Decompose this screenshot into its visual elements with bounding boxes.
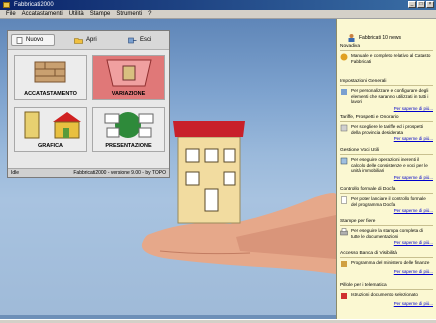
section-5: Stampe per fiere Per eseguire la stampa … xyxy=(340,219,433,245)
printer-icon xyxy=(340,228,348,236)
tile-presentazione[interactable]: PRESENTAZIONE xyxy=(92,107,165,152)
section-title: Controllo formale di Docfa xyxy=(340,187,433,194)
app-icon xyxy=(3,2,10,8)
launcher-status-bar: Idle Fabbricati2000 - versione 9.00 - by… xyxy=(8,168,169,177)
section-7: Pillole per i telematica Istruzioni docu… xyxy=(340,283,433,306)
open-folder-icon xyxy=(74,37,83,44)
grafica-icon xyxy=(24,111,81,139)
tile-accatastamento-label: ACCATASTAMENTO xyxy=(24,91,77,97)
window-status-bar xyxy=(0,319,436,323)
section-text: Per personalizzare e configurare degli e… xyxy=(351,88,429,105)
more-link[interactable]: Per saperne di più... xyxy=(340,301,433,306)
section-title: Impostazioni Generali xyxy=(340,79,433,86)
title-bar: Fabbricati2000 _ □ × xyxy=(0,0,436,10)
exit-button[interactable]: Esci xyxy=(128,34,151,46)
side-panel-title: Fabbricati 10 news xyxy=(359,34,401,41)
section-title: Accesso Banca di Visibilità xyxy=(340,251,433,258)
section-title: Gestione Voci Utili xyxy=(340,148,433,155)
menu-bar: File Accatastamenti Utilità Stampe Strum… xyxy=(0,10,436,19)
section-title: Stampe per fiere xyxy=(340,219,433,226)
new-button-label: Nuovo xyxy=(26,37,44,43)
maximize-button[interactable]: □ xyxy=(417,1,425,8)
section-text: Programma del ministero delle finanze xyxy=(351,260,430,265)
section-1: Impostazioni Generali Per personalizzare… xyxy=(340,79,433,111)
section-2: Tariffe, Prospetti e Onorario Per scegli… xyxy=(340,115,433,141)
launcher-toolbar: Nuovo Apri Esci xyxy=(8,31,169,50)
section-title: Tariffe, Prospetti e Onorario xyxy=(340,115,433,122)
section-text: Istruzioni documento selezionato xyxy=(351,292,418,297)
more-link[interactable]: Per saperne di più... xyxy=(340,208,433,213)
background-image: Nuovo Apri Esci ACCATASTAMENTO VARIAZION… xyxy=(0,19,336,319)
status-right: Fabbricati2000 - versione 9.00 - by TOPO xyxy=(73,170,166,176)
more-link[interactable]: Per saperne di più... xyxy=(340,136,433,141)
room-icon xyxy=(106,59,152,87)
new-button[interactable]: Nuovo xyxy=(11,34,55,46)
open-button[interactable]: Apri xyxy=(74,34,97,46)
menu-help[interactable]: ? xyxy=(148,10,151,18)
news-side-panel: Fabbricati 10 news Novadiva Manuale e co… xyxy=(336,19,436,319)
bricks-icon xyxy=(34,61,66,83)
section-text: Per poter lanciare il controllo formale … xyxy=(351,196,426,207)
section-text: Per eseguire la stampa completa di tutte… xyxy=(351,228,424,239)
more-link[interactable]: Per saperne di più... xyxy=(340,175,433,180)
minimize-button[interactable]: _ xyxy=(408,1,416,8)
menu-file[interactable]: File xyxy=(6,10,16,18)
menu-stampe[interactable]: Stampe xyxy=(90,10,111,18)
more-link[interactable]: Per saperne di più... xyxy=(340,269,433,274)
section-title: Novadiva xyxy=(340,44,433,51)
menu-strumenti[interactable]: Strumenti xyxy=(116,10,142,18)
calculator-icon xyxy=(340,157,348,165)
menu-utilita[interactable]: Utilità xyxy=(69,10,84,18)
app-window: Fabbricati2000 _ □ × File Accatastamenti… xyxy=(0,0,436,323)
user-icon xyxy=(348,34,355,42)
tile-accatastamento[interactable]: ACCATASTAMENTO xyxy=(14,55,87,100)
side-panel-header: Fabbricati 10 news xyxy=(347,33,401,42)
close-button[interactable]: × xyxy=(426,1,434,8)
tile-variazione[interactable]: VARIAZIONE xyxy=(92,55,165,100)
tile-grafica-label: GRAFICA xyxy=(37,143,64,149)
presentazione-icon xyxy=(104,112,154,138)
section-4: Controllo formale di Docfa Per poter lan… xyxy=(340,187,433,213)
globe-icon xyxy=(340,53,348,61)
section-title: Pillole per i telematica xyxy=(340,283,433,290)
launcher-panel: Nuovo Apri Esci ACCATASTAMENTO VARIAZION… xyxy=(7,30,170,178)
tile-presentazione-label: PRESENTAZIONE xyxy=(105,143,152,149)
tariff-icon xyxy=(340,124,348,132)
tile-grafica[interactable]: GRAFICA xyxy=(14,107,87,152)
document-check-icon xyxy=(341,196,347,204)
section-0: Novadiva Manuale e completo relativo al … xyxy=(340,44,433,64)
new-document-icon xyxy=(16,36,23,44)
section-6: Accesso Banca di Visibilità Programma de… xyxy=(340,251,433,274)
section-text: Per eseguire operazioni inerenti il calc… xyxy=(351,157,428,174)
exit-icon xyxy=(128,37,137,43)
window-title: Fabbricati2000 xyxy=(14,2,54,8)
open-button-label: Apri xyxy=(86,37,97,43)
menu-accatastamenti[interactable]: Accatastamenti xyxy=(22,10,63,18)
more-link[interactable]: Per saperne di più... xyxy=(340,106,433,111)
settings-icon xyxy=(341,89,347,95)
section-text[interactable]: Manuale e completo relativo al Catasto F… xyxy=(351,53,433,64)
section-3: Gestione Voci Utili Per eseguire operazi… xyxy=(340,148,433,180)
database-icon xyxy=(341,261,347,267)
section-text: Per scegliere le tariffe ed i prospetti … xyxy=(351,124,423,135)
tile-variazione-label: VARIAZIONE xyxy=(111,91,146,97)
more-link[interactable]: Per saperne di più... xyxy=(340,240,433,245)
pdf-icon xyxy=(341,293,347,299)
exit-button-label: Esci xyxy=(140,37,152,43)
status-left: Idle xyxy=(11,170,20,176)
